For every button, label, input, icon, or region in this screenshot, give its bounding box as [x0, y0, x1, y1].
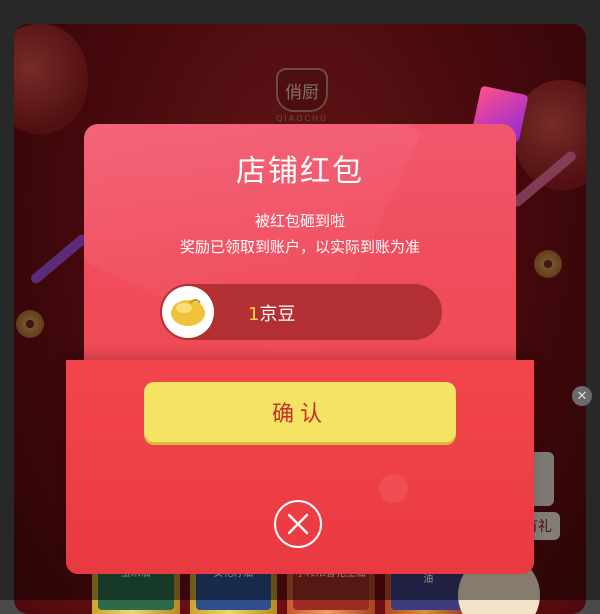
- modal-subtitle: 被红包砸到啦: [254, 212, 345, 230]
- modal-title: 店铺红包: [236, 154, 364, 189]
- red-packet-modal: 店铺红包 被红包砸到啦 奖励已领取到账户，以实际到账为准 1京豆 确认: [66, 85, 534, 574]
- confirm-button[interactable]: 确认: [144, 382, 456, 442]
- reward-text: 1京豆: [248, 300, 295, 326]
- reward-amount: 1: [248, 304, 260, 325]
- modal-note: 奖励已领取到账户，以实际到账为准: [179, 238, 420, 256]
- side-close-icon[interactable]: ✕: [572, 386, 592, 406]
- reward-unit: 京豆: [259, 304, 296, 325]
- jingdou-bean-icon: [162, 286, 214, 338]
- reward-pill: 1京豆: [160, 284, 442, 340]
- close-icon[interactable]: [274, 500, 322, 548]
